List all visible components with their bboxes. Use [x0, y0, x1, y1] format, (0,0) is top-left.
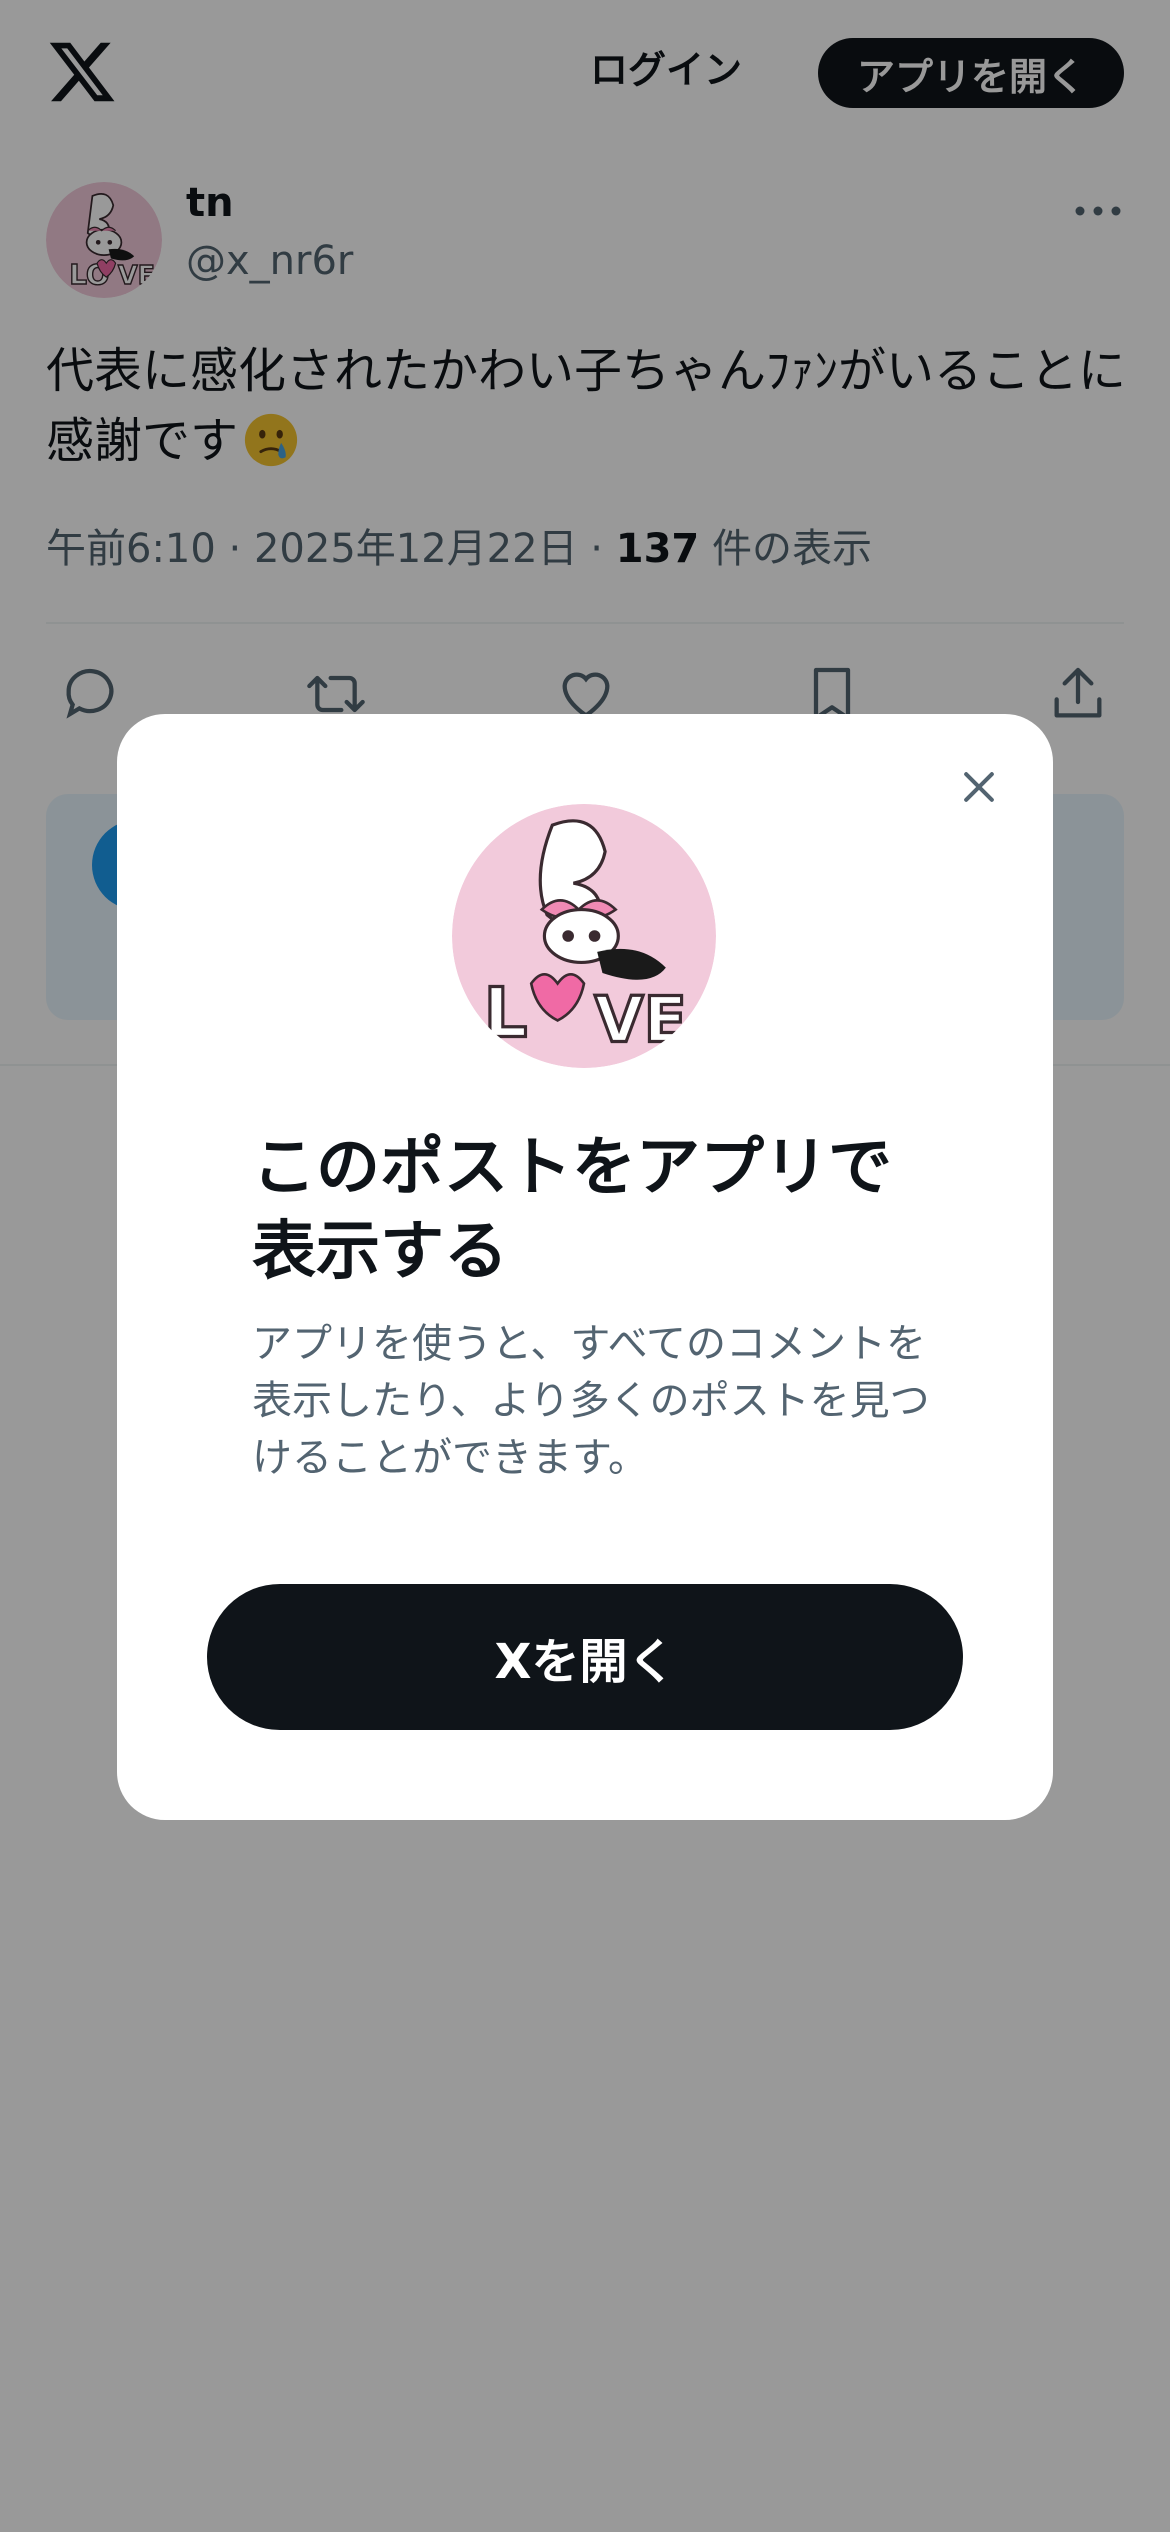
- modal-description: アプリを使うと、すべてのコメントを表示したり、より多くのポストを見つけることがで…: [252, 1321, 930, 1481]
- modal-avatar: L VE: [452, 804, 716, 1068]
- modal-title: このポストをアプリで表示する: [252, 1131, 892, 1289]
- open-x-button[interactable]: Xを開く: [207, 1584, 963, 1730]
- close-icon[interactable]: [944, 752, 1014, 822]
